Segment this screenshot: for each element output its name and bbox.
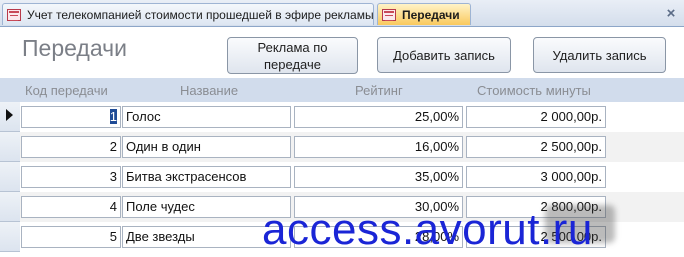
column-header-code: Код передачи (25, 83, 108, 98)
rating-field[interactable]: 16,00% (294, 136, 463, 158)
site-watermark: access.avorut.ru (262, 205, 593, 254)
record-selector[interactable] (0, 132, 20, 162)
name-field[interactable]: Один в один (122, 136, 291, 158)
column-header-rating: Рейтинг (355, 83, 403, 98)
rating-field[interactable]: 35,00% (294, 166, 463, 188)
record-selector[interactable] (0, 162, 20, 192)
add-record-button[interactable]: Добавить запись (377, 37, 511, 73)
delete-record-button[interactable]: Удалить запись (533, 37, 666, 73)
current-record-arrow-icon (6, 109, 13, 121)
record-selector[interactable] (0, 192, 20, 222)
code-field[interactable]: 2 (21, 136, 121, 158)
code-field[interactable]: 5 (21, 226, 121, 248)
close-icon[interactable]: × (663, 6, 679, 22)
cost-field[interactable]: 2 500,00р. (466, 136, 606, 158)
code-field[interactable]: 4 (21, 196, 121, 218)
document-tab-bar: Учет телекомпанией стоимости прошедшей в… (0, 0, 684, 27)
column-header-name: Название (180, 83, 239, 98)
code-value: 1 (109, 109, 117, 124)
tab-label: Передачи (402, 7, 460, 22)
tab-label: Учет телекомпанией стоимости прошедшей в… (27, 7, 374, 22)
ads-by-program-button[interactable]: Реклама по передаче (227, 37, 358, 74)
table-row: 3 Битва экстрасенсов 35,00% 3 000,00р. (0, 162, 684, 192)
form-icon (382, 8, 396, 21)
tab-programs[interactable]: Передачи (377, 3, 471, 25)
table-row: 2 Один в один 16,00% 2 500,00р. (0, 132, 684, 162)
rating-field[interactable]: 25,00% (294, 106, 463, 128)
cost-field[interactable]: 2 000,00р. (466, 106, 606, 128)
record-selector[interactable] (0, 102, 20, 132)
name-field[interactable]: Голос (122, 106, 291, 128)
form-title: Передачи (22, 35, 127, 61)
form-icon (7, 8, 21, 21)
column-header-strip: Код передачи Название Рейтинг Стоимость … (0, 78, 684, 102)
code-field[interactable]: 1 (21, 106, 121, 128)
cost-field[interactable]: 3 000,00р. (466, 166, 606, 188)
code-field[interactable]: 3 (21, 166, 121, 188)
record-selector[interactable] (0, 222, 20, 252)
table-row: 1 Голос 25,00% 2 000,00р. (0, 102, 684, 132)
name-field[interactable]: Битва экстрасенсов (122, 166, 291, 188)
tab-ads-accounting[interactable]: Учет телекомпанией стоимости прошедшей в… (2, 3, 374, 25)
column-header-cost: Стоимость минуты (477, 83, 591, 98)
